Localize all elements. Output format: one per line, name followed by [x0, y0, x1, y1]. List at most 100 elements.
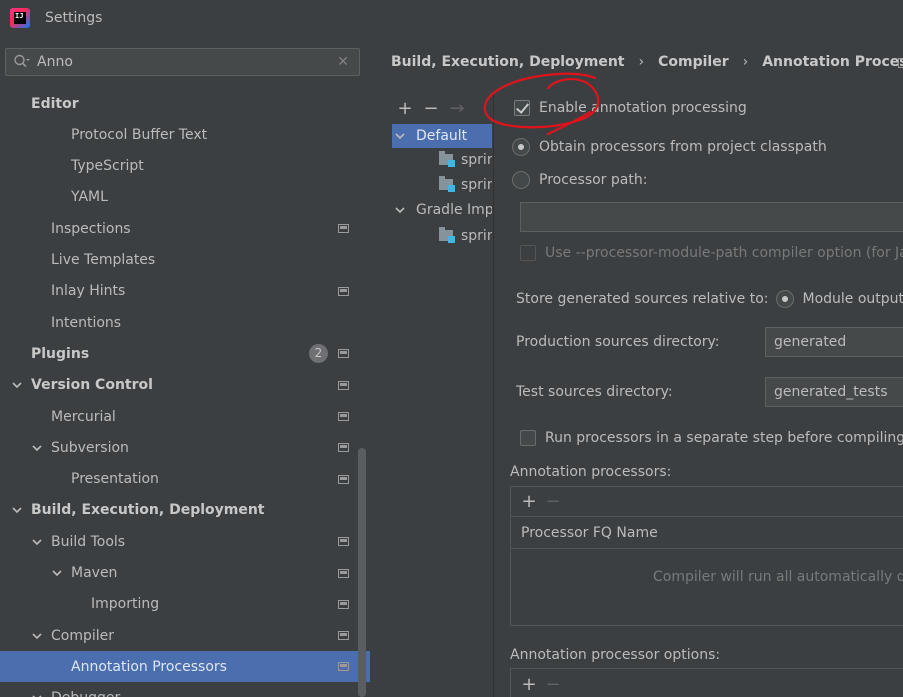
production-dir-label: Production sources directory: — [516, 334, 720, 350]
project-level-icon — [338, 380, 349, 390]
processor-path-field[interactable] — [520, 202, 903, 232]
search-input[interactable] — [37, 54, 317, 70]
remove-processor-button[interactable]: − — [541, 491, 565, 512]
annotation-processors-label: Annotation processors: — [510, 464, 672, 480]
profile-label: Gradle Imp — [416, 202, 492, 218]
sidebar-item-plugins[interactable]: Plugins 2 — [0, 338, 370, 369]
sidebar-item-label: Live Templates — [51, 252, 156, 268]
sidebar-item-inspections[interactable]: Inspections — [0, 213, 370, 244]
test-dir-value: generated_tests — [774, 384, 888, 400]
use-module-path-checkbox[interactable] — [520, 245, 536, 261]
sidebar-item-label: Version Control — [31, 377, 153, 394]
obtain-classpath-radio[interactable] — [512, 138, 530, 156]
sidebar-item-annotation-processors[interactable]: Annotation Processors — [0, 651, 370, 683]
breadcrumb-item: Annotation Processors — [762, 54, 903, 70]
chevron-down-icon[interactable] — [394, 204, 406, 216]
sidebar-item-debugger[interactable]: Debugger — [0, 683, 370, 697]
add-option-button[interactable]: + — [517, 674, 541, 695]
chevron-down-icon[interactable] — [31, 536, 43, 548]
production-dir-field[interactable]: generated — [765, 327, 903, 357]
project-level-icon — [338, 631, 349, 641]
enable-annotation-checkbox[interactable] — [514, 100, 530, 116]
run-separate-checkbox[interactable] — [520, 430, 536, 446]
processor-path-radio[interactable] — [512, 171, 530, 189]
sidebar-item-build-tools[interactable]: Build Tools — [0, 526, 370, 557]
module-output-label: Module output c — [802, 291, 903, 307]
module-folder-icon — [439, 151, 455, 168]
sidebar-item-mercurial[interactable]: Mercurial — [0, 401, 370, 432]
chevron-down-icon[interactable] — [11, 379, 23, 391]
profile-module-item[interactable]: sprin — [392, 224, 492, 248]
sidebar-item-compiler[interactable]: Compiler — [0, 620, 370, 651]
sidebar-item-editor[interactable]: Editor — [0, 88, 370, 119]
enable-annotation-label: Enable annotation processing — [539, 100, 747, 116]
project-level-icon — [338, 412, 349, 421]
add-profile-button[interactable]: + — [392, 98, 418, 119]
updates-count-badge: 2 — [309, 344, 328, 364]
processor-fq-name-header[interactable]: Processor FQ Name — [511, 517, 903, 549]
intellij-logo-icon: IJ — [10, 8, 30, 28]
sidebar-item-label: Annotation Processors — [71, 658, 227, 675]
move-to-profile-button[interactable]: → — [444, 98, 470, 119]
processors-toolbar: + − — [511, 487, 903, 517]
profile-item[interactable]: Gradle Imp — [392, 198, 492, 222]
sidebar-item-build-execution-deployment[interactable]: Build, Execution, Deployment — [0, 495, 370, 526]
settings-sidebar: ✕ Editor Protocol Buffer Text TypeScript YA… — [0, 36, 370, 697]
project-level-icon — [338, 224, 349, 234]
store-generated-label: Store generated sources relative to: — [516, 291, 769, 307]
sidebar-item-label: Plugins — [31, 345, 90, 362]
sidebar-item-label: Subversion — [51, 439, 129, 456]
sidebar-item-label: TypeScript — [71, 158, 144, 175]
sidebar-item-typescript[interactable]: TypeScript — [0, 151, 370, 182]
sidebar-item-presentation[interactable]: Presentation — [0, 464, 370, 495]
window-title: Settings — [45, 10, 103, 26]
sidebar-item-subversion[interactable]: Subversion — [0, 432, 370, 463]
processors-empty-text: Compiler will run all automatically d — [653, 569, 903, 585]
sidebar-scrollbar[interactable] — [358, 448, 366, 697]
module-output-radio[interactable] — [776, 290, 795, 308]
sidebar-item-live-templates[interactable]: Live Templates — [0, 245, 370, 276]
sidebar-item-label: Build, Execution, Deployment — [31, 502, 265, 519]
processor-fq-name-label: Processor FQ Name — [521, 524, 658, 541]
search-icon[interactable] — [13, 53, 31, 71]
chevron-down-icon[interactable] — [11, 504, 23, 516]
chevron-down-icon[interactable] — [31, 630, 43, 642]
enable-annotation-row[interactable]: Enable annotation processing — [514, 100, 747, 116]
processor-path-row[interactable]: Processor path: — [512, 171, 647, 189]
production-dir-value: generated — [774, 334, 847, 350]
sidebar-item-version-control[interactable]: Version Control — [0, 370, 370, 401]
chevron-down-icon[interactable] — [31, 442, 43, 454]
search-box[interactable]: ✕ — [5, 48, 360, 76]
sidebar-item-label: Editor — [31, 95, 79, 112]
profile-module-item[interactable]: sprin — [392, 173, 492, 197]
breadcrumb-separator-icon: › — [742, 54, 749, 70]
sidebar-item-protocol-buffer-text[interactable]: Protocol Buffer Text — [0, 119, 370, 150]
project-level-icon — [338, 349, 349, 359]
profiles-toolbar: + − → — [392, 94, 492, 122]
sidebar-item-label: Compiler — [51, 627, 115, 644]
remove-option-button[interactable]: − — [541, 674, 565, 695]
sidebar-item-label: Inlay Hints — [51, 283, 126, 300]
sidebar-item-maven[interactable]: Maven — [0, 558, 370, 589]
project-scope-icon — [898, 58, 903, 68]
clear-search-icon[interactable]: ✕ — [337, 54, 349, 70]
obtain-classpath-row[interactable]: Obtain processors from project classpath — [512, 138, 827, 156]
chevron-down-icon[interactable] — [51, 567, 63, 579]
test-dir-field[interactable]: generated_tests — [765, 377, 903, 407]
profile-module-item[interactable]: sprin — [392, 148, 492, 172]
chevron-down-icon[interactable] — [31, 692, 43, 697]
sidebar-item-importing[interactable]: Importing — [0, 589, 370, 620]
obtain-classpath-label: Obtain processors from project classpath — [539, 139, 827, 155]
sidebar-item-label: Importing — [91, 596, 160, 613]
add-processor-button[interactable]: + — [517, 491, 541, 512]
sidebar-item-yaml[interactable]: YAML — [0, 182, 370, 213]
sidebar-item-inlay-hints[interactable]: Inlay Hints — [0, 276, 370, 307]
chevron-down-icon[interactable] — [394, 130, 406, 142]
annotation-processors-table: + − Processor FQ Name Compiler will run … — [510, 486, 903, 626]
run-separate-row[interactable]: Run processors in a separate step before… — [520, 430, 903, 446]
sidebar-item-intentions[interactable]: Intentions — [0, 307, 370, 338]
remove-profile-button[interactable]: − — [418, 98, 444, 119]
profile-item[interactable]: Default — [392, 124, 492, 148]
project-level-icon — [338, 537, 349, 547]
processor-path-label: Processor path: — [539, 172, 648, 188]
